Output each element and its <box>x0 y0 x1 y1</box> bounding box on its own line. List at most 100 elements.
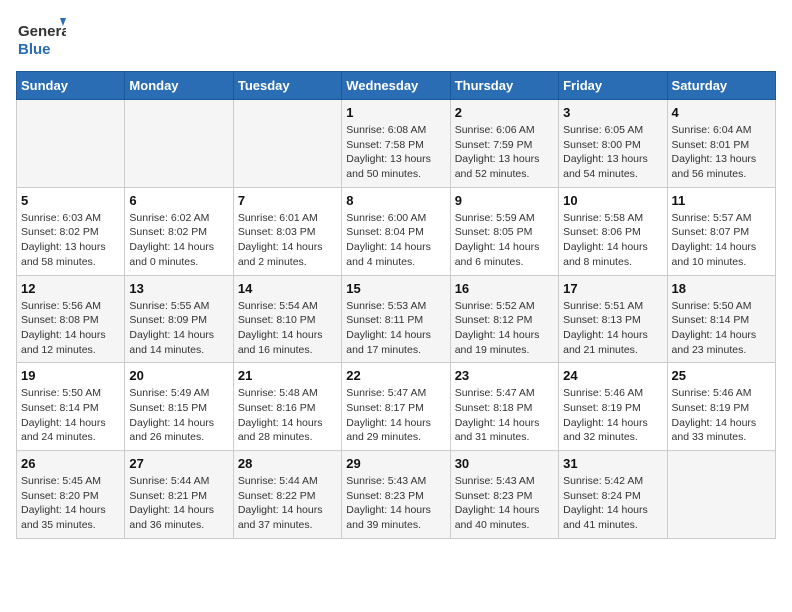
cell-info: Sunrise: 6:01 AMSunset: 8:03 PMDaylight:… <box>238 211 337 270</box>
cell-info: Sunrise: 5:47 AMSunset: 8:17 PMDaylight:… <box>346 386 445 445</box>
week-row-4: 19Sunrise: 5:50 AMSunset: 8:14 PMDayligh… <box>17 363 776 451</box>
day-number: 16 <box>455 281 554 296</box>
calendar-cell: 6 Sunrise: 6:02 AMSunset: 8:02 PMDaylight… <box>125 187 233 275</box>
calendar-cell: 26Sunrise: 5:45 AMSunset: 8:20 PMDayligh… <box>17 451 125 539</box>
cell-info: Sunrise: 6:00 AMSunset: 8:04 PMDaylight:… <box>346 211 445 270</box>
calendar-cell: 28 Sunrise: 5:44 AMSunset: 8:22 PMDayligh… <box>233 451 341 539</box>
day-number: 14 <box>238 281 337 296</box>
cell-info: Sunrise: 5:44 AMSunset: 8:22 PMDaylight:… <box>238 474 337 533</box>
day-number: 28 <box>238 456 337 471</box>
cell-info: Sunrise: 5:43 AMSunset: 8:23 PMDaylight:… <box>346 474 445 533</box>
cell-info: Sunrise: 5:43 AMSunset: 8:23 PMDaylight:… <box>455 474 554 533</box>
day-number: 22 <box>346 368 445 383</box>
calendar-cell: 31Sunrise: 5:42 AMSunset: 8:24 PMDayligh… <box>559 451 667 539</box>
day-number: 27 <box>129 456 228 471</box>
day-number: 9 <box>455 193 554 208</box>
calendar-cell: 10 Sunrise: 5:58 AMSunset: 8:06 PMDayligh… <box>559 187 667 275</box>
calendar-cell: 3 Sunrise: 6:05 AMSunset: 8:00 PMDaylight… <box>559 100 667 188</box>
calendar-cell: 16Sunrise: 5:52 AMSunset: 8:12 PMDayligh… <box>450 275 558 363</box>
calendar-cell <box>125 100 233 188</box>
logo: General Blue <box>16 16 66 61</box>
day-number: 10 <box>563 193 662 208</box>
calendar-cell: 17Sunrise: 5:51 AMSunset: 8:13 PMDayligh… <box>559 275 667 363</box>
day-number: 25 <box>672 368 771 383</box>
calendar-cell: 2 Sunrise: 6:06 AMSunset: 7:59 PMDaylight… <box>450 100 558 188</box>
day-number: 2 <box>455 105 554 120</box>
day-number: 7 <box>238 193 337 208</box>
week-row-5: 26Sunrise: 5:45 AMSunset: 8:20 PMDayligh… <box>17 451 776 539</box>
cell-info: Sunrise: 6:04 AMSunset: 8:01 PMDaylight:… <box>672 123 771 182</box>
day-number: 15 <box>346 281 445 296</box>
calendar-cell: 20Sunrise: 5:49 AMSunset: 8:15 PMDayligh… <box>125 363 233 451</box>
cell-info: Sunrise: 6:02 AMSunset: 8:02 PMDaylight:… <box>129 211 228 270</box>
day-number: 3 <box>563 105 662 120</box>
cell-info: Sunrise: 5:56 AMSunset: 8:08 PMDaylight:… <box>21 299 120 358</box>
header-row: SundayMondayTuesdayWednesdayThursdayFrid… <box>17 72 776 100</box>
header-day-friday: Friday <box>559 72 667 100</box>
calendar-cell: 23Sunrise: 5:47 AMSunset: 8:18 PMDayligh… <box>450 363 558 451</box>
calendar-cell: 22 Sunrise: 5:47 AMSunset: 8:17 PMDayligh… <box>342 363 450 451</box>
cell-info: Sunrise: 5:57 AMSunset: 8:07 PMDaylight:… <box>672 211 771 270</box>
calendar-cell <box>667 451 775 539</box>
day-number: 21 <box>238 368 337 383</box>
day-number: 8 <box>346 193 445 208</box>
cell-info: Sunrise: 5:50 AMSunset: 8:14 PMDaylight:… <box>21 386 120 445</box>
cell-info: Sunrise: 6:03 AMSunset: 8:02 PMDaylight:… <box>21 211 120 270</box>
header-day-sunday: Sunday <box>17 72 125 100</box>
cell-info: Sunrise: 6:06 AMSunset: 7:59 PMDaylight:… <box>455 123 554 182</box>
calendar-table: SundayMondayTuesdayWednesdayThursdayFrid… <box>16 71 776 539</box>
cell-info: Sunrise: 5:59 AMSunset: 8:05 PMDaylight:… <box>455 211 554 270</box>
calendar-cell: 7 Sunrise: 6:01 AMSunset: 8:03 PMDaylight… <box>233 187 341 275</box>
calendar-cell: 12 Sunrise: 5:56 AMSunset: 8:08 PMDayligh… <box>17 275 125 363</box>
header-day-saturday: Saturday <box>667 72 775 100</box>
day-number: 31 <box>563 456 662 471</box>
cell-info: Sunrise: 5:44 AMSunset: 8:21 PMDaylight:… <box>129 474 228 533</box>
cell-info: Sunrise: 5:53 AMSunset: 8:11 PMDaylight:… <box>346 299 445 358</box>
header-day-tuesday: Tuesday <box>233 72 341 100</box>
calendar-cell: 27 Sunrise: 5:44 AMSunset: 8:21 PMDayligh… <box>125 451 233 539</box>
calendar-cell: 30 Sunrise: 5:43 AMSunset: 8:23 PMDayligh… <box>450 451 558 539</box>
calendar-cell <box>233 100 341 188</box>
cell-info: Sunrise: 5:54 AMSunset: 8:10 PMDaylight:… <box>238 299 337 358</box>
calendar-cell <box>17 100 125 188</box>
calendar-cell: 13 Sunrise: 5:55 AMSunset: 8:09 PMDayligh… <box>125 275 233 363</box>
cell-info: Sunrise: 5:45 AMSunset: 8:20 PMDaylight:… <box>21 474 120 533</box>
cell-info: Sunrise: 5:55 AMSunset: 8:09 PMDaylight:… <box>129 299 228 358</box>
day-number: 20 <box>129 368 228 383</box>
day-number: 6 <box>129 193 228 208</box>
calendar-cell: 8 Sunrise: 6:00 AMSunset: 8:04 PMDaylight… <box>342 187 450 275</box>
header-day-monday: Monday <box>125 72 233 100</box>
calendar-cell: 21 Sunrise: 5:48 AMSunset: 8:16 PMDayligh… <box>233 363 341 451</box>
day-number: 1 <box>346 105 445 120</box>
cell-info: Sunrise: 6:05 AMSunset: 8:00 PMDaylight:… <box>563 123 662 182</box>
calendar-cell: 11Sunrise: 5:57 AMSunset: 8:07 PMDayligh… <box>667 187 775 275</box>
logo-svg: General Blue <box>16 16 66 61</box>
calendar-cell: 25Sunrise: 5:46 AMSunset: 8:19 PMDayligh… <box>667 363 775 451</box>
day-number: 30 <box>455 456 554 471</box>
week-row-2: 5Sunrise: 6:03 AMSunset: 8:02 PMDaylight… <box>17 187 776 275</box>
calendar-cell: 29 Sunrise: 5:43 AMSunset: 8:23 PMDayligh… <box>342 451 450 539</box>
cell-info: Sunrise: 5:51 AMSunset: 8:13 PMDaylight:… <box>563 299 662 358</box>
day-number: 29 <box>346 456 445 471</box>
day-number: 18 <box>672 281 771 296</box>
cell-info: Sunrise: 5:47 AMSunset: 8:18 PMDaylight:… <box>455 386 554 445</box>
svg-text:Blue: Blue <box>18 41 51 58</box>
calendar-cell: 18 Sunrise: 5:50 AMSunset: 8:14 PMDayligh… <box>667 275 775 363</box>
calendar-cell: 5Sunrise: 6:03 AMSunset: 8:02 PMDaylight… <box>17 187 125 275</box>
calendar-cell: 4 Sunrise: 6:04 AMSunset: 8:01 PMDaylight… <box>667 100 775 188</box>
calendar-cell: 19Sunrise: 5:50 AMSunset: 8:14 PMDayligh… <box>17 363 125 451</box>
header: General Blue <box>16 16 776 61</box>
cell-info: Sunrise: 5:58 AMSunset: 8:06 PMDaylight:… <box>563 211 662 270</box>
cell-info: Sunrise: 6:08 AMSunset: 7:58 PMDaylight:… <box>346 123 445 182</box>
day-number: 13 <box>129 281 228 296</box>
day-number: 12 <box>21 281 120 296</box>
cell-info: Sunrise: 5:50 AMSunset: 8:14 PMDaylight:… <box>672 299 771 358</box>
cell-info: Sunrise: 5:48 AMSunset: 8:16 PMDaylight:… <box>238 386 337 445</box>
header-day-wednesday: Wednesday <box>342 72 450 100</box>
week-row-3: 12 Sunrise: 5:56 AMSunset: 8:08 PMDayligh… <box>17 275 776 363</box>
header-day-thursday: Thursday <box>450 72 558 100</box>
day-number: 4 <box>672 105 771 120</box>
calendar-cell: 14 Sunrise: 5:54 AMSunset: 8:10 PMDayligh… <box>233 275 341 363</box>
calendar-cell: 24Sunrise: 5:46 AMSunset: 8:19 PMDayligh… <box>559 363 667 451</box>
calendar-cell: 15 Sunrise: 5:53 AMSunset: 8:11 PMDayligh… <box>342 275 450 363</box>
